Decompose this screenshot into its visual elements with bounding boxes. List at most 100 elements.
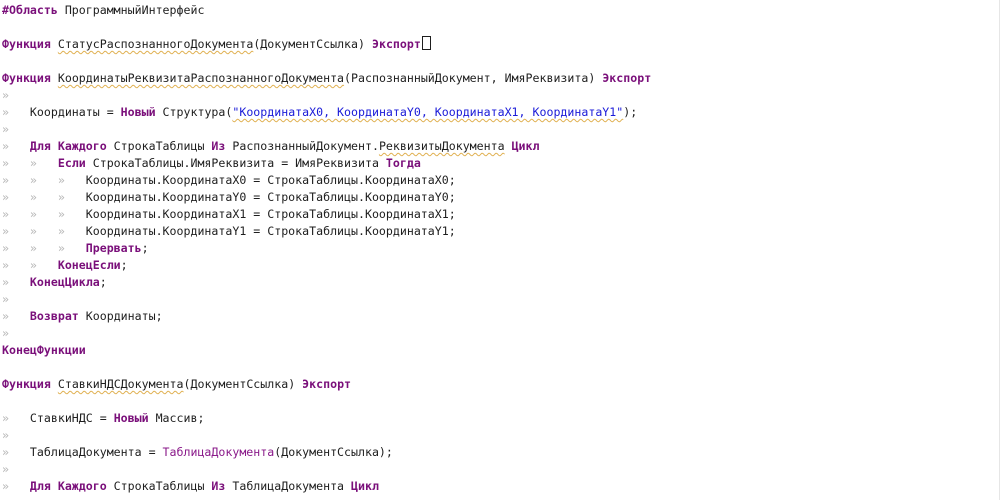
code-token: Координаты.КоординатаX0 = СтрокаТаблицы.… (85, 173, 456, 187)
keyword-token: Для Каждого (29, 479, 107, 493)
code-line[interactable]: » (2, 291, 9, 308)
code-line[interactable]: » Возврат Координаты; (2, 308, 163, 325)
tab-indent-marker: » » » (2, 241, 86, 255)
preprocessor-token: #Область (2, 3, 58, 17)
keyword-token: Цикл (511, 139, 540, 153)
code-token: ; (99, 275, 107, 289)
keyword-token: КонецФункции (2, 343, 86, 357)
keyword-token: Новый (113, 411, 149, 425)
code-line[interactable]: » Для Каждого СтрокаТаблицы Из Распознан… (2, 138, 539, 155)
code-token: (РаспознанныйДокумент, ИмяРеквизита) (344, 71, 603, 85)
code-token: СтрокаТаблицы (106, 479, 212, 493)
code-line[interactable]: » » » Координаты.КоординатаY0 = СтрокаТа… (2, 189, 456, 206)
code-line[interactable]: » Координаты = Новый Структура("Координа… (2, 104, 637, 121)
keyword-token: Новый (120, 105, 156, 119)
tab-indent-marker: » (2, 105, 30, 119)
code-editor[interactable]: #Область ПрограммныйИнтерфейс Функция Ста… (0, 0, 1000, 500)
keyword-token: Для Каждого (29, 139, 107, 153)
keyword-token: Прервать (85, 241, 142, 255)
function-call-token: ТаблицаДокумента (162, 445, 275, 459)
code-token: СтавкиНДСДокумента (57, 377, 184, 391)
code-token: ПрограммныйИнтерфейс (57, 3, 205, 17)
keyword-token: КонецЕсли (57, 258, 121, 272)
keyword-token: Функция (2, 71, 51, 85)
code-line[interactable]: » Для Каждого СтрокаТаблицы Из ТаблицаДо… (2, 478, 379, 495)
code-token: СтрокаТаблицы (106, 139, 212, 153)
code-token: ); (623, 105, 638, 119)
keyword-token: Цикл (351, 479, 379, 493)
tab-indent-marker: » (2, 445, 30, 459)
code-token: Координаты = (29, 105, 121, 119)
tab-indent-marker: » (2, 122, 9, 136)
code-token: СтрокаТаблицы.ИмяРеквизита = ИмяРеквизит… (85, 156, 386, 170)
code-token: ; (141, 241, 149, 255)
code-line[interactable]: » (2, 461, 9, 478)
tab-indent-marker: » (2, 411, 30, 425)
text-cursor (421, 36, 431, 50)
code-line[interactable]: #Область ПрограммныйИнтерфейс (2, 2, 204, 19)
keyword-token: Из (211, 139, 226, 153)
tab-indent-marker: » » » (2, 207, 86, 221)
code-line[interactable]: » » » Прервать; (2, 240, 149, 257)
code-token: Координаты.КоординатаY0 = СтрокаТаблицы.… (85, 190, 456, 204)
keyword-token: Если (57, 156, 86, 170)
tab-indent-marker: » (2, 326, 9, 340)
keyword-token: Из (211, 479, 226, 493)
keyword-token: КонецЦикла (29, 275, 100, 289)
code-line[interactable]: » СтавкиНДС = Новый Массив; (2, 410, 204, 427)
tab-indent-marker: » (2, 292, 9, 306)
code-token: ТаблицаДокумента (225, 479, 352, 493)
tab-indent-marker: » (2, 428, 9, 442)
code-token: ; (120, 258, 128, 272)
tab-indent-marker: » » » (2, 224, 86, 238)
tab-indent-marker: » » » (2, 190, 86, 204)
code-line[interactable]: » » » Координаты.КоординатаX1 = СтрокаТа… (2, 206, 456, 223)
tab-indent-marker: » (2, 462, 9, 476)
code-token: СтавкиНДС = (29, 411, 114, 425)
code-line[interactable]: » » » Координаты.КоординатаY1 = СтрокаТа… (2, 223, 456, 240)
string-literal: "КоординатаX0, КоординатаY0, КоординатаX… (232, 105, 624, 119)
keyword-token: Экспорт (371, 37, 421, 51)
keyword-token: Экспорт (302, 377, 352, 391)
code-line[interactable]: » » Если СтрокаТаблицы.ИмяРеквизита = Им… (2, 155, 421, 172)
code-line[interactable]: » (2, 325, 9, 342)
tab-indent-marker: » (2, 275, 30, 289)
code-token: Координаты.КоординатаY1 = СтрокаТаблицы.… (85, 224, 456, 238)
code-line[interactable]: » ТаблицаДокумента = ТаблицаДокумента(До… (2, 444, 393, 461)
code-line[interactable]: » (2, 427, 9, 444)
tab-indent-marker: » » (2, 156, 58, 170)
keyword-token: Экспорт (602, 71, 652, 85)
code-token: ТаблицаДокумента = (29, 445, 163, 459)
code-token: Массив; (148, 411, 205, 425)
tab-indent-marker: » » (2, 258, 58, 272)
code-line[interactable]: » » КонецЕсли; (2, 257, 128, 274)
tab-indent-marker: » (2, 88, 9, 102)
code-token: (ДокументСсылка); (274, 445, 393, 459)
code-token: Координаты.КоординатаX1 = СтрокаТаблицы.… (85, 207, 456, 221)
code-token: РаспознанныйДокумент. (225, 139, 379, 153)
keyword-token: Функция (2, 37, 51, 51)
keyword-token: Тогда (385, 156, 421, 170)
code-line[interactable]: » » » Координаты.КоординатаX0 = СтрокаТа… (2, 172, 456, 189)
code-line[interactable]: Функция КоординатыРеквизитаРаспознанного… (2, 70, 651, 87)
tab-indent-marker: » » » (2, 173, 86, 187)
code-token: КоординатыРеквизитаРаспознанногоДокумент… (57, 71, 345, 85)
code-line[interactable]: » КонецЦикла; (2, 274, 107, 291)
code-token: (ДокументСсылка) (253, 37, 372, 51)
code-line[interactable]: » (2, 121, 9, 138)
keyword-token: Функция (2, 377, 51, 391)
code-line[interactable]: КонецФункции (2, 342, 86, 359)
code-token: СтатусРаспознанногоДокумента (57, 37, 254, 51)
code-token: РеквизитыДокумента (378, 139, 505, 153)
code-token: Координаты; (78, 309, 163, 323)
tab-indent-marker: » (2, 139, 30, 153)
code-line[interactable]: » (2, 87, 9, 104)
code-line[interactable]: Функция СтатусРаспознанногоДокумента(Док… (2, 36, 431, 53)
code-token: (ДокументСсылка) (183, 377, 303, 391)
code-line[interactable]: Функция СтавкиНДСДокумента(ДокументСсылк… (2, 376, 351, 393)
keyword-token: Возврат (29, 309, 79, 323)
